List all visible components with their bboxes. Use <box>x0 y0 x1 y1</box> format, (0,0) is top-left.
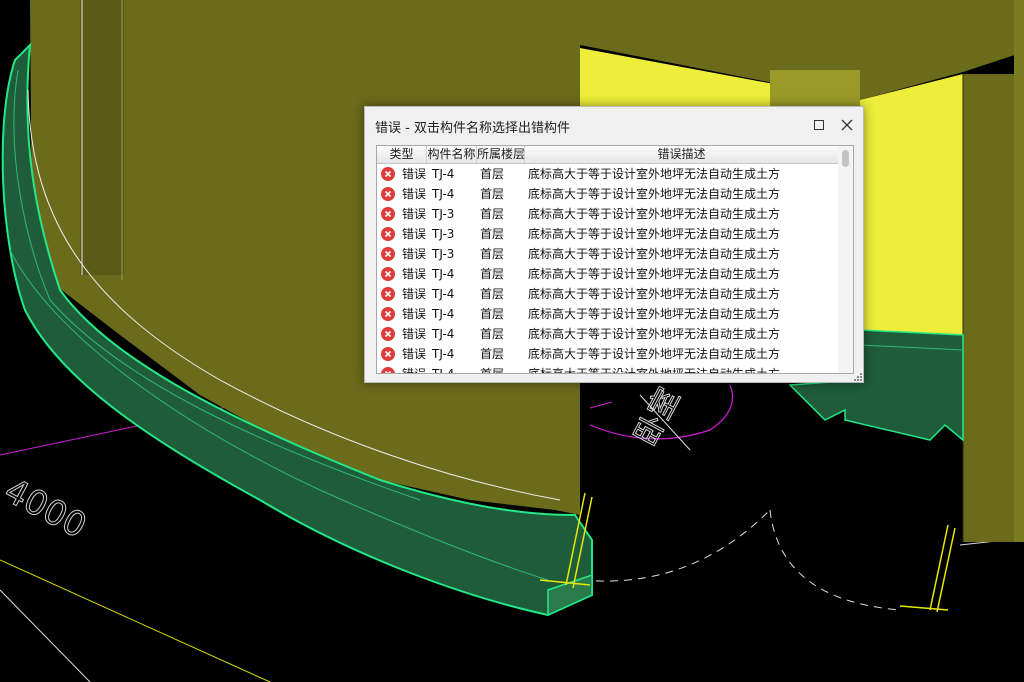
list-header: 类型 构件名称 所属楼层 错误描述 <box>377 146 839 164</box>
cell-floor: 首层 <box>480 347 505 361</box>
cell-name[interactable]: TJ-4 <box>432 264 454 284</box>
error-row[interactable]: 错误 TJ-4 首层 底标高大于等于设计室外地坪无法自动生成土方 <box>377 164 839 184</box>
cell-type: 错误 <box>402 207 427 221</box>
cell-floor: 首层 <box>480 367 505 374</box>
cell-name[interactable]: TJ-4 <box>432 164 454 184</box>
close-button[interactable] <box>836 115 858 135</box>
cell-floor: 首层 <box>480 267 505 281</box>
error-row[interactable]: 错误 TJ-4 首层 底标高大于等于设计室外地坪无法自动生成土方 <box>377 284 839 304</box>
dialog-title: 错误 - 双击构件名称选择出错构件 <box>375 121 570 136</box>
error-dialog[interactable]: 错误 - 双击构件名称选择出错构件 类型 构件名称 所属楼层 错误描述 错误 TJ… <box>364 106 864 383</box>
error-row[interactable]: 错误 TJ-4 首层 底标高大于等于设计室外地坪无法自动生成土方 <box>377 264 839 284</box>
cell-name[interactable]: TJ-3 <box>432 224 454 244</box>
scrollbar-thumb[interactable] <box>842 150 849 167</box>
error-row[interactable]: 错误 TJ-4 首层 底标高大于等于设计室外地坪无法自动生成土方 <box>377 344 839 364</box>
cell-floor: 首层 <box>480 207 505 221</box>
cell-desc: 底标高大于等于设计室外地坪无法自动生成土方 <box>528 267 781 281</box>
cell-name[interactable]: TJ-4 <box>432 304 454 324</box>
wall-column <box>80 0 124 275</box>
cell-name[interactable]: TJ-3 <box>432 244 454 264</box>
error-icon <box>381 287 395 301</box>
cell-floor: 首层 <box>480 167 505 181</box>
cell-name[interactable]: TJ-4 <box>432 324 454 344</box>
cell-type: 错误 <box>402 167 427 181</box>
cell-name[interactable]: TJ-4 <box>432 184 454 204</box>
cell-desc: 底标高大于等于设计室外地坪无法自动生成土方 <box>528 367 781 374</box>
cell-type: 错误 <box>402 187 427 201</box>
error-icon <box>381 187 395 201</box>
error-icon <box>381 167 395 181</box>
close-icon <box>841 119 853 131</box>
cell-name[interactable]: TJ-4 <box>432 344 454 364</box>
error-list[interactable]: 类型 构件名称 所属楼层 错误描述 错误 TJ-4 首层 底标高大于等于设计室外地坪无… <box>376 145 854 374</box>
error-icon <box>381 367 395 373</box>
cell-desc: 底标高大于等于设计室外地坪无法自动生成土方 <box>528 287 781 301</box>
cell-type: 错误 <box>402 327 427 341</box>
cell-desc: 底标高大于等于设计室外地坪无法自动生成土方 <box>528 347 781 361</box>
cell-type: 错误 <box>402 367 427 374</box>
cell-desc: 底标高大于等于设计室外地坪无法自动生成土方 <box>528 307 781 321</box>
error-row[interactable]: 错误 TJ-4 首层 底标高大于等于设计室外地坪无法自动生成土方 <box>377 184 839 204</box>
cell-desc: 底标高大于等于设计室外地坪无法自动生成土方 <box>528 247 781 261</box>
error-icon <box>381 347 395 361</box>
cell-desc: 底标高大于等于设计室外地坪无法自动生成土方 <box>528 327 781 341</box>
cell-desc: 底标高大于等于设计室外地坪无法自动生成土方 <box>528 187 781 201</box>
cell-floor: 首层 <box>480 307 505 321</box>
cell-type: 错误 <box>402 287 427 301</box>
error-icon <box>381 267 395 281</box>
cell-desc: 底标高大于等于设计室外地坪无法自动生成土方 <box>528 207 781 221</box>
col-header-type[interactable]: 类型 <box>377 146 427 163</box>
error-row[interactable]: 错误 TJ-4 首层 底标高大于等于设计室外地坪无法自动生成土方 <box>377 304 839 324</box>
col-header-name[interactable]: 构件名称 <box>427 146 477 163</box>
cell-floor: 首层 <box>480 287 505 301</box>
list-rows: 错误 TJ-4 首层 底标高大于等于设计室外地坪无法自动生成土方 错误 TJ-4 首层 底标高… <box>377 164 839 374</box>
cell-floor: 首层 <box>480 227 505 241</box>
cell-desc: 底标高大于等于设计室外地坪无法自动生成土方 <box>528 227 781 241</box>
cell-floor: 首层 <box>480 187 505 201</box>
vertical-scrollbar[interactable] <box>838 146 853 373</box>
cell-type: 错误 <box>402 247 427 261</box>
error-icon <box>381 327 395 341</box>
error-row[interactable]: 错误 TJ-3 首层 底标高大于等于设计室外地坪无法自动生成土方 <box>377 204 839 224</box>
error-icon <box>381 207 395 221</box>
error-row[interactable]: 错误 TJ-4 首层 底标高大于等于设计室外地坪无法自动生成土方 <box>377 364 839 374</box>
cell-type: 错误 <box>402 227 427 241</box>
cell-desc: 底标高大于等于设计室外地坪无法自动生成土方 <box>528 167 781 181</box>
error-icon <box>381 227 395 241</box>
cell-name[interactable]: TJ-4 <box>432 284 454 304</box>
maximize-icon <box>814 120 824 130</box>
cell-floor: 首层 <box>480 327 505 341</box>
cell-floor: 首层 <box>480 247 505 261</box>
cell-name[interactable]: TJ-3 <box>432 204 454 224</box>
col-header-desc[interactable]: 错误描述 <box>525 146 839 163</box>
cell-type: 错误 <box>402 267 427 281</box>
cell-name[interactable]: TJ-4 <box>432 364 454 373</box>
cell-type: 错误 <box>402 347 427 361</box>
error-row[interactable]: 错误 TJ-3 首层 底标高大于等于设计室外地坪无法自动生成土方 <box>377 244 839 264</box>
error-icon <box>381 247 395 261</box>
maximize-button[interactable] <box>808 115 830 135</box>
cell-type: 错误 <box>402 307 427 321</box>
col-header-floor[interactable]: 所属楼层 <box>477 146 525 163</box>
error-row[interactable]: 错误 TJ-4 首层 底标高大于等于设计室外地坪无法自动生成土方 <box>377 324 839 344</box>
resize-grip-icon[interactable] <box>852 371 862 381</box>
error-icon <box>381 307 395 321</box>
error-row[interactable]: 错误 TJ-3 首层 底标高大于等于设计室外地坪无法自动生成土方 <box>377 224 839 244</box>
